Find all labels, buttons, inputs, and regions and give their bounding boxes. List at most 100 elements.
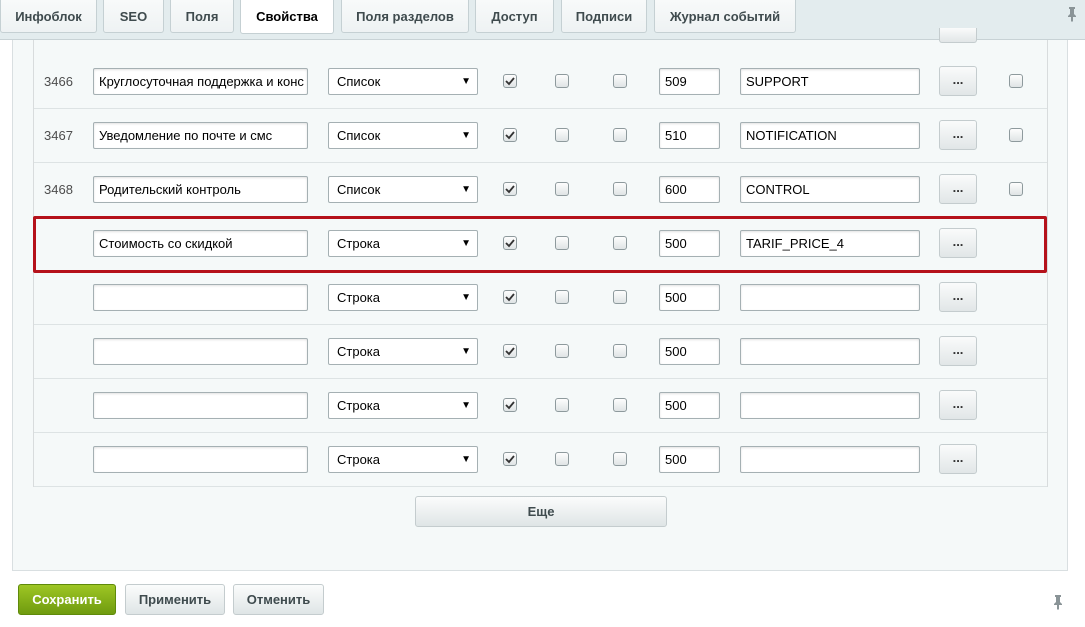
code-input[interactable] — [740, 338, 920, 365]
required-checkbox[interactable] — [613, 236, 627, 250]
property-type-select[interactable]: Строка ▼ — [328, 230, 478, 257]
multiple-checkbox[interactable] — [555, 182, 569, 196]
delete-checkbox[interactable] — [1009, 128, 1023, 142]
sort-input[interactable]: 500 — [659, 230, 720, 257]
table-row: Стоимость со скидкой Строка ▼ 500 TARIF_PRIC… — [34, 217, 1047, 271]
pin-icon[interactable] — [1052, 594, 1064, 610]
dropdown-arrow-icon: ▼ — [461, 292, 471, 303]
edit-property-button[interactable]: ... — [939, 174, 977, 204]
sort-input[interactable]: 500 — [659, 338, 720, 365]
property-type-value: Список — [337, 128, 381, 143]
dropdown-arrow-icon: ▼ — [461, 238, 471, 249]
property-name-input[interactable]: Родительский контроль — [93, 176, 308, 203]
pin-icon[interactable] — [1066, 6, 1078, 22]
table-row: Строка ▼ 500... — [34, 433, 1047, 487]
tab-properties[interactable]: Свойства — [240, 0, 334, 34]
active-checkbox[interactable] — [503, 236, 517, 250]
multiple-checkbox[interactable] — [555, 74, 569, 88]
multiple-checkbox[interactable] — [555, 398, 569, 412]
tab-access[interactable]: Доступ — [475, 0, 554, 33]
required-checkbox[interactable] — [613, 128, 627, 142]
property-type-select[interactable]: Список ▼ — [328, 122, 478, 149]
multiple-checkbox[interactable] — [555, 452, 569, 466]
sort-input[interactable]: 510 — [659, 122, 720, 149]
table-row: 3468 Родительский контроль Список ▼ 600 CONTR… — [34, 163, 1047, 217]
property-name-input[interactable]: Стоимость со скидкой — [93, 230, 308, 257]
partial-row-edit-button[interactable] — [939, 28, 977, 43]
property-type-value: Строка — [337, 236, 381, 251]
required-checkbox[interactable] — [613, 74, 627, 88]
property-type-select[interactable]: Список ▼ — [328, 68, 478, 95]
tab-section-fields[interactable]: Поля разделов — [341, 0, 469, 33]
property-name-input[interactable] — [93, 338, 308, 365]
property-type-value: Список — [337, 182, 381, 197]
multiple-checkbox[interactable] — [555, 344, 569, 358]
edit-property-button[interactable]: ... — [939, 228, 977, 258]
property-id: 3467 — [44, 128, 73, 143]
property-name-input[interactable]: Уведомление по почте и смс — [93, 122, 308, 149]
sort-input[interactable]: 500 — [659, 392, 720, 419]
edit-property-button[interactable]: ... — [939, 336, 977, 366]
edit-property-button[interactable]: ... — [939, 444, 977, 474]
required-checkbox[interactable] — [613, 398, 627, 412]
edit-property-button[interactable]: ... — [939, 120, 977, 150]
tab-fields[interactable]: Поля — [170, 0, 234, 33]
edit-property-button[interactable]: ... — [939, 390, 977, 420]
active-checkbox[interactable] — [503, 344, 517, 358]
tab-infoblock[interactable]: Инфоблок — [0, 0, 97, 33]
tab-event-log[interactable]: Журнал событий — [654, 0, 796, 33]
code-input[interactable] — [740, 284, 920, 311]
code-input[interactable]: CONTROL — [740, 176, 920, 203]
property-type-select[interactable]: Строка ▼ — [328, 284, 478, 311]
property-type-select[interactable]: Строка ▼ — [328, 338, 478, 365]
property-name-input[interactable] — [93, 392, 308, 419]
property-type-value: Строка — [337, 290, 381, 305]
apply-button[interactable]: Применить — [125, 584, 225, 615]
edit-property-button[interactable]: ... — [939, 66, 977, 96]
save-button[interactable]: Сохранить — [18, 584, 116, 615]
delete-checkbox[interactable] — [1009, 182, 1023, 196]
property-type-select[interactable]: Строка ▼ — [328, 392, 478, 419]
active-checkbox[interactable] — [503, 290, 517, 304]
property-type-select[interactable]: Строка ▼ — [328, 446, 478, 473]
required-checkbox[interactable] — [613, 452, 627, 466]
table-row: 3466 Круглосуточная поддержка и конс Списо… — [34, 55, 1047, 109]
code-input[interactable] — [740, 446, 920, 473]
dropdown-arrow-icon: ▼ — [461, 346, 471, 357]
code-input[interactable] — [740, 392, 920, 419]
multiple-checkbox[interactable] — [555, 128, 569, 142]
sort-input[interactable]: 509 — [659, 68, 720, 95]
more-button[interactable]: Еще — [415, 496, 667, 527]
property-name-input[interactable] — [93, 284, 308, 311]
required-checkbox[interactable] — [613, 344, 627, 358]
dropdown-arrow-icon: ▼ — [461, 400, 471, 411]
sort-input[interactable]: 500 — [659, 284, 720, 311]
tab-captions[interactable]: Подписи — [561, 0, 647, 33]
sort-input[interactable]: 600 — [659, 176, 720, 203]
tab-seo[interactable]: SEO — [103, 0, 164, 33]
property-type-value: Строка — [337, 452, 381, 467]
sort-input[interactable]: 500 — [659, 446, 720, 473]
property-name-input[interactable] — [93, 446, 308, 473]
dropdown-arrow-icon: ▼ — [461, 130, 471, 141]
code-input[interactable]: TARIF_PRICE_4 — [740, 230, 920, 257]
cancel-button[interactable]: Отменить — [233, 584, 324, 615]
code-input[interactable]: NOTIFICATION — [740, 122, 920, 149]
property-type-select[interactable]: Список ▼ — [328, 176, 478, 203]
active-checkbox[interactable] — [503, 74, 517, 88]
table-row: Строка ▼ 500... — [34, 379, 1047, 433]
required-checkbox[interactable] — [613, 182, 627, 196]
multiple-checkbox[interactable] — [555, 236, 569, 250]
property-name-input[interactable]: Круглосуточная поддержка и конс — [93, 68, 308, 95]
table-row: Строка ▼ 500... — [34, 325, 1047, 379]
multiple-checkbox[interactable] — [555, 290, 569, 304]
active-checkbox[interactable] — [503, 128, 517, 142]
required-checkbox[interactable] — [613, 290, 627, 304]
active-checkbox[interactable] — [503, 452, 517, 466]
active-checkbox[interactable] — [503, 398, 517, 412]
code-input[interactable]: SUPPORT — [740, 68, 920, 95]
property-type-value: Строка — [337, 344, 381, 359]
edit-property-button[interactable]: ... — [939, 282, 977, 312]
active-checkbox[interactable] — [503, 182, 517, 196]
delete-checkbox[interactable] — [1009, 74, 1023, 88]
